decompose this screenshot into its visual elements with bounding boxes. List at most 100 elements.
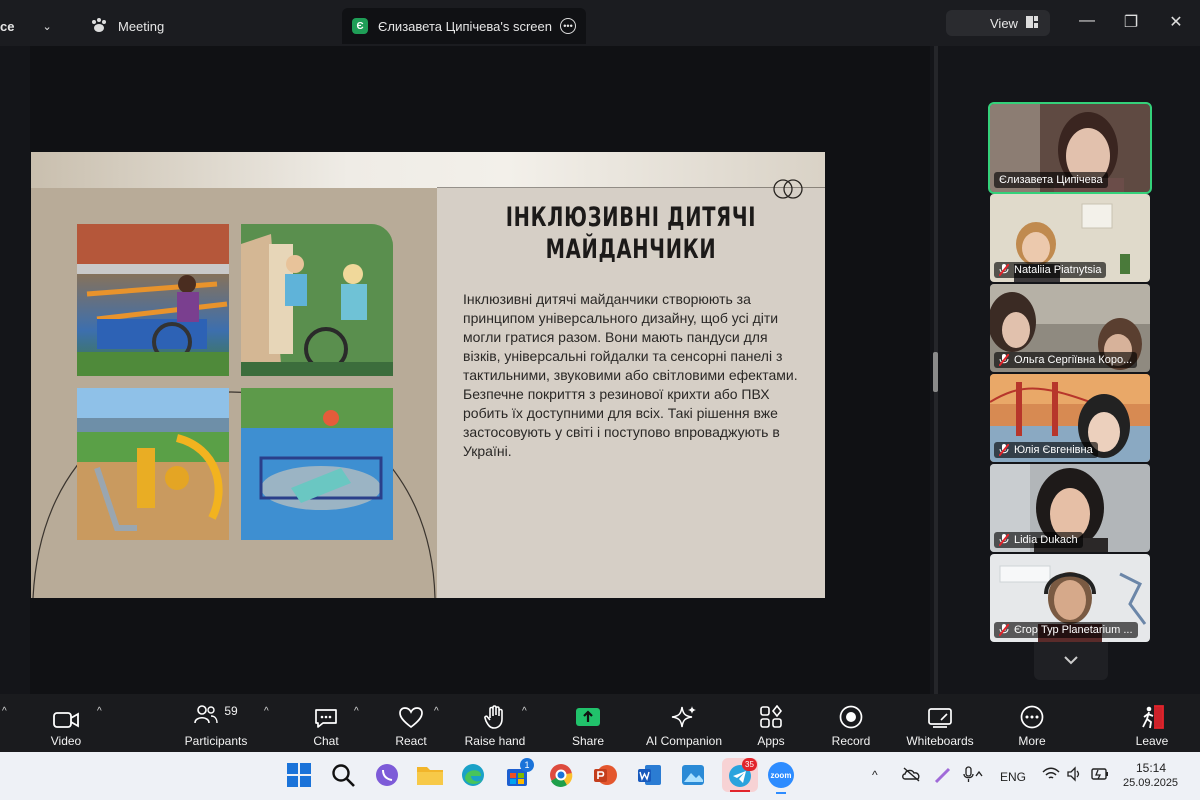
more-button[interactable]: More — [1012, 700, 1052, 748]
leave-button[interactable]: Leave — [1132, 700, 1172, 748]
caret-up-icon[interactable]: ^ — [522, 706, 527, 717]
photos-icon[interactable] — [680, 762, 708, 790]
caret-up-icon[interactable]: ^ — [434, 706, 439, 717]
raise-hand-button[interactable]: Raise hand — [462, 700, 528, 748]
photo-wheelchair-carousel — [77, 224, 229, 376]
video-button[interactable]: Video — [44, 700, 88, 748]
presentation-slide: ІНКЛЮЗИВНІ ДИТЯЧІ МАЙДАНЧИКИ Інклюзивні … — [31, 152, 825, 598]
screen-share-tab-icon: Є — [352, 18, 368, 34]
notification-badge: 35 — [742, 758, 757, 771]
more-icon[interactable]: ••• — [560, 18, 576, 34]
record-label: Record — [831, 734, 871, 748]
caret-up-icon[interactable]: ^ — [97, 706, 102, 717]
participants-label: Participants — [184, 734, 248, 748]
edge-browser-icon[interactable] — [460, 762, 488, 790]
language-indicator[interactable]: ENG — [1000, 770, 1026, 784]
view-button[interactable]: View — [946, 10, 1050, 36]
participants-count: 59 — [224, 704, 238, 718]
video-camera-icon — [53, 712, 79, 728]
record-button[interactable]: Record — [828, 700, 874, 748]
sparkle-icon — [671, 706, 696, 728]
ai-companion-button[interactable]: AI Companion — [640, 700, 728, 748]
participant-tile[interactable]: Ольга Сергіївна Коро... — [990, 284, 1150, 372]
participant-tile[interactable]: Lidia Dukach — [990, 464, 1150, 552]
restore-icon[interactable]: ❐ — [1121, 12, 1141, 32]
zoom-app-icon[interactable]: zoom — [768, 762, 796, 794]
paw-icon — [90, 17, 108, 36]
tab-label: ce — [0, 18, 15, 34]
telegram-icon[interactable]: 35 — [722, 758, 758, 792]
tab-label: Meeting — [118, 18, 165, 34]
onedrive-icon[interactable] — [901, 766, 921, 785]
zoom-logo: zoom — [768, 762, 794, 788]
file-explorer-icon[interactable] — [416, 762, 444, 790]
tab-label: Єлизавета Ципічева's screen — [378, 18, 553, 34]
share-screen-icon — [576, 708, 600, 726]
clock-date[interactable]: 25.09.2025 — [1123, 777, 1178, 789]
chevron-down-icon[interactable]: ⌄ — [42, 20, 51, 33]
windows-start-icon[interactable] — [286, 762, 314, 790]
caret-up-icon[interactable]: ^ — [264, 706, 269, 717]
minimize-icon[interactable]: — — [1077, 12, 1097, 30]
photo-tactile-panel — [241, 224, 393, 376]
participants-button[interactable]: 59 Participants — [180, 700, 252, 748]
leave-label: Leave — [1135, 734, 1169, 748]
caret-up-icon[interactable]: ^ — [2, 706, 7, 717]
close-icon[interactable]: ✕ — [1166, 12, 1186, 32]
photo-accessible-roundabout — [241, 388, 393, 540]
word-icon[interactable] — [636, 762, 664, 790]
microsoft-store-icon[interactable]: 1 — [504, 758, 534, 790]
tab-workspace[interactable]: ce ⌄ — [0, 8, 52, 44]
microphone-icon[interactable] — [962, 766, 984, 787]
raise-hand-label: Raise hand — [464, 734, 526, 748]
photo-playground-landscape — [77, 388, 229, 540]
slide-body-text: Інклюзивні дитячі майданчики створюють з… — [463, 291, 798, 459]
share-label: Share — [571, 734, 605, 748]
grid-icon — [1025, 15, 1038, 31]
leave-icon — [1142, 705, 1164, 729]
pen-icon[interactable] — [934, 766, 952, 787]
tab-shared-screen[interactable]: Є Єлизавета Ципічева's screen ••• — [342, 8, 586, 44]
battery-icon[interactable] — [1090, 766, 1110, 785]
participant-tile[interactable]: Єгор Тур Planetarium ... — [990, 554, 1150, 642]
participant-tile[interactable]: Юлія Євгенівна — [990, 374, 1150, 462]
more-icon — [1020, 705, 1044, 729]
raise-hand-icon — [484, 705, 503, 729]
speaker-icon[interactable] — [1066, 766, 1082, 785]
ai-companion-label: AI Companion — [645, 734, 723, 748]
participants-icon — [194, 705, 219, 724]
heart-icon — [399, 707, 423, 729]
search-icon[interactable] — [330, 762, 358, 790]
caret-up-icon[interactable]: ^ — [354, 706, 359, 717]
gallery-scroll-down-button[interactable] — [1034, 642, 1108, 680]
powerpoint-icon[interactable] — [592, 762, 620, 790]
participant-name: Nataliia Piatnytsia — [1014, 264, 1102, 276]
chevron-up-icon[interactable]: ^ — [872, 768, 878, 782]
share-button[interactable]: Share — [566, 700, 610, 748]
clock-time[interactable]: 15:14 — [1136, 761, 1166, 775]
participant-name: Єгор Тур Planetarium ... — [1014, 624, 1133, 636]
participant-tile[interactable]: Єлизавета Ципічева — [988, 102, 1152, 194]
muted-mic-icon — [998, 533, 1010, 547]
chrome-browser-icon[interactable] — [548, 762, 576, 790]
participant-name: Юлія Євгенівна — [1014, 444, 1093, 456]
participant-name: Єлизавета Ципічева — [999, 174, 1103, 186]
tab-meeting[interactable]: Meeting — [90, 8, 164, 44]
muted-mic-icon — [998, 623, 1010, 637]
viber-icon[interactable] — [374, 762, 402, 790]
chat-icon — [315, 709, 337, 728]
active-indicator — [730, 790, 750, 792]
chat-button[interactable]: Chat — [306, 700, 346, 748]
apps-button[interactable]: Apps — [750, 700, 792, 748]
wifi-icon[interactable] — [1042, 767, 1060, 784]
windows-taskbar: 1 35 zoom ^ ENG 15:14 25.09.2025 — [0, 752, 1200, 800]
participant-tile[interactable]: Nataliia Piatnytsia — [990, 194, 1150, 282]
react-button[interactable]: React — [390, 700, 432, 748]
apps-icon — [760, 705, 783, 728]
participant-name: Lidia Dukach — [1014, 534, 1078, 546]
whiteboards-button[interactable]: Whiteboards — [902, 700, 978, 748]
resize-handle[interactable] — [933, 352, 938, 392]
title-bar: ce ⌄ Meeting Є Єлизавета Ципічева's scre… — [0, 0, 1200, 46]
more-label: More — [1018, 734, 1046, 748]
apps-label: Apps — [757, 734, 785, 748]
